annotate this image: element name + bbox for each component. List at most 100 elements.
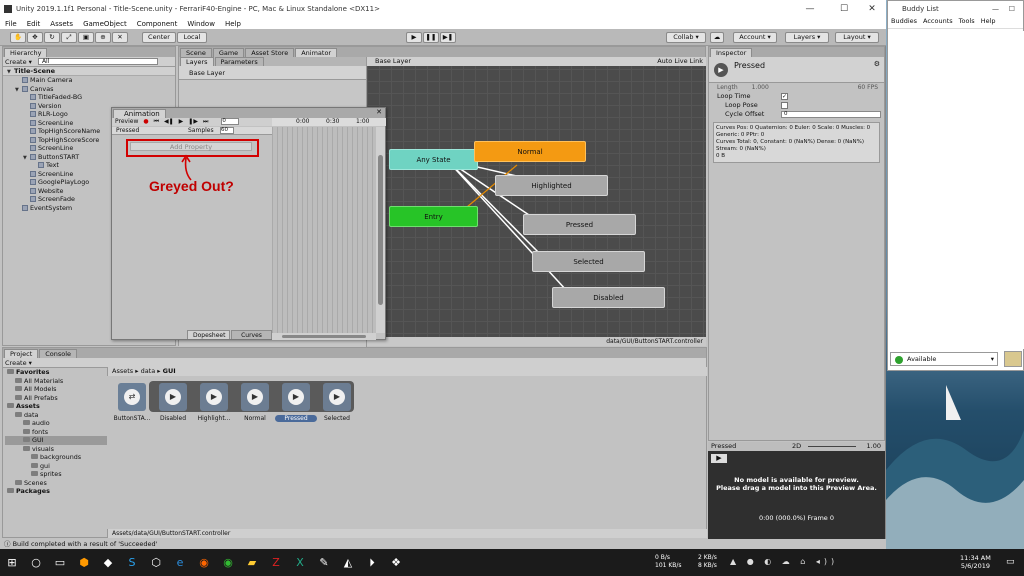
project-tree-item[interactable]: Favorites (5, 368, 107, 377)
hierarchy-item[interactable]: ▼ Canvas (3, 85, 175, 94)
play-anim-button[interactable]: ▶ (179, 118, 184, 126)
samples-input[interactable]: 60 (220, 127, 234, 134)
chrome-icon[interactable]: ◉ (216, 549, 240, 576)
close-window-icon[interactable]: ✕ (376, 108, 382, 116)
tab-game[interactable]: Game (212, 48, 245, 57)
project-tree-item[interactable]: data (5, 411, 107, 420)
expand-triangle-icon[interactable]: ▼ (15, 86, 22, 95)
maximize-button[interactable]: ☐ (830, 0, 858, 18)
buddy-status-select[interactable]: Available ▾ (890, 352, 998, 366)
menu-component[interactable]: Component (132, 20, 183, 28)
dopesheet-tab[interactable]: Dopesheet (187, 330, 230, 339)
preview-play-button[interactable]: ▶ (711, 454, 727, 463)
cycle-offset-input[interactable]: 0 (781, 111, 881, 118)
menu-file[interactable]: File (0, 20, 22, 28)
buddy-list-area[interactable] (888, 31, 1024, 349)
folder-icon[interactable]: ▰ (240, 549, 264, 576)
task-view-icon[interactable]: ▭ (48, 549, 72, 576)
base-layer-row[interactable]: Base Layer (179, 66, 366, 80)
frame-input[interactable]: 0 (221, 118, 240, 125)
hierarchy-item[interactable]: Main Camera (3, 76, 175, 85)
menu-window[interactable]: Window (182, 20, 220, 28)
play-button[interactable]: ▶ (406, 32, 422, 43)
clock[interactable]: 11:34 AM 5/6/2019 (960, 554, 991, 570)
transform-tool-button[interactable]: ⊕ (95, 32, 111, 43)
disabled-state-node[interactable]: Disabled (552, 287, 665, 308)
anim-clip-asset[interactable]: ▶ (241, 383, 269, 411)
inspector-tab[interactable]: Inspector (710, 48, 753, 57)
app-icon-2[interactable]: ◆ (96, 549, 120, 576)
project-tree-item[interactable]: sprites (5, 470, 107, 479)
any-state-node[interactable]: Any State (389, 149, 478, 170)
buddy-menu-accounts[interactable]: Accounts (923, 17, 953, 28)
app-icon-1[interactable]: ⬢ (72, 549, 96, 576)
layout-button[interactable]: Layout ▾ (835, 32, 879, 43)
app-icon-4[interactable]: ✎ (312, 549, 336, 576)
scene-header[interactable]: ▼ Title-Scene (3, 67, 175, 76)
2d-toggle[interactable]: 2D (792, 442, 801, 451)
project-create-button[interactable]: Create ▾ (5, 359, 32, 367)
project-tree-item[interactable]: All Prefabs (5, 394, 107, 403)
layers-tab[interactable]: Layers (180, 57, 214, 66)
highlighted-state-node[interactable]: Highlighted (495, 175, 608, 196)
hierarchy-tab[interactable]: Hierarchy (4, 48, 48, 57)
project-tree-item[interactable]: Assets (5, 402, 107, 411)
console-tab[interactable]: Console (39, 349, 78, 358)
pause-button[interactable]: ❚❚ (423, 32, 439, 43)
crumb-data[interactable]: data (141, 367, 156, 375)
step-button[interactable]: ▶❚ (440, 32, 456, 43)
filezilla-icon[interactable]: Z (264, 549, 288, 576)
pressed-state-node[interactable]: Pressed (523, 214, 636, 235)
collab-button[interactable]: Collab ▾ (666, 32, 706, 43)
tab-scene[interactable]: Scene (180, 48, 212, 57)
menu-assets[interactable]: Assets (45, 20, 78, 28)
animation-tab[interactable]: Animation (113, 109, 166, 118)
anim-clip-asset[interactable]: ▶ (200, 383, 228, 411)
project-tree-item[interactable]: audio (5, 419, 107, 428)
dopesheet-scrollbar[interactable] (376, 127, 385, 333)
timeline-ruler[interactable]: 0:00 0:30 1:00 (272, 118, 386, 126)
notification-icon[interactable]: ▭ (1006, 557, 1015, 567)
project-tree-item[interactable]: All Models (5, 385, 107, 394)
tab-asset-store[interactable]: Asset Store (245, 48, 295, 57)
loop-pose-checkbox[interactable] (781, 102, 788, 109)
hand-tool-button[interactable]: ✋ (10, 32, 26, 43)
scale-tool-button[interactable]: ⤢ (61, 32, 77, 43)
menu-help[interactable]: Help (220, 20, 246, 28)
next-key-button[interactable]: ❚▶ (188, 118, 198, 126)
anim-clip-asset[interactable]: ▶ (159, 383, 187, 411)
close-button[interactable]: ✕ (858, 0, 886, 18)
timeline-hscrollbar[interactable] (272, 333, 376, 340)
tray-icons[interactable]: ▲ ● ◐ ☁ ⌂ ◂)) (730, 557, 838, 566)
hierarchy-create-button[interactable]: Create ▾ (5, 58, 32, 66)
menu-gameobject[interactable]: GameObject (78, 20, 132, 28)
tab-animator[interactable]: Animator (295, 48, 338, 57)
buddy-menu-tools[interactable]: Tools (959, 17, 975, 28)
skype-icon[interactable]: S (120, 549, 144, 576)
project-tree-item[interactable]: Scenes (5, 479, 107, 488)
search-icon[interactable]: ○ (24, 549, 48, 576)
record-button[interactable]: ● (143, 118, 148, 126)
speed-slider[interactable] (808, 446, 856, 447)
project-tree-item[interactable]: All Materials (5, 377, 107, 386)
hierarchy-item[interactable]: TitleFaded-BG (3, 93, 175, 102)
project-tree-item[interactable]: GUI (5, 436, 107, 445)
anim-clip-asset[interactable]: ▶ (323, 383, 351, 411)
crumb-gui[interactable]: GUI (163, 367, 176, 375)
selected-state-node[interactable]: Selected (532, 251, 645, 272)
buddy-minimize-button[interactable]: — (992, 1, 999, 17)
pivot-local-button[interactable]: Local (177, 32, 207, 43)
entry-node[interactable]: Entry (389, 206, 478, 227)
crumb-assets[interactable]: Assets (112, 367, 133, 375)
project-tree-item[interactable]: fonts (5, 428, 107, 437)
excel-icon[interactable]: X (288, 549, 312, 576)
prev-key-button[interactable]: ◀❚ (164, 118, 174, 126)
cloud-icon[interactable]: ☁ (710, 32, 724, 43)
buddy-menu-help[interactable]: Help (981, 17, 996, 28)
loop-time-checkbox[interactable]: ✓ (781, 93, 788, 100)
project-tree-item[interactable]: Packages (5, 487, 107, 496)
app-icon-5[interactable]: ⏵ (360, 549, 384, 576)
hierarchy-search-input[interactable]: All (37, 58, 158, 65)
dopesheet-area[interactable] (272, 127, 376, 333)
layers-button[interactable]: Layers ▾ (785, 32, 829, 43)
